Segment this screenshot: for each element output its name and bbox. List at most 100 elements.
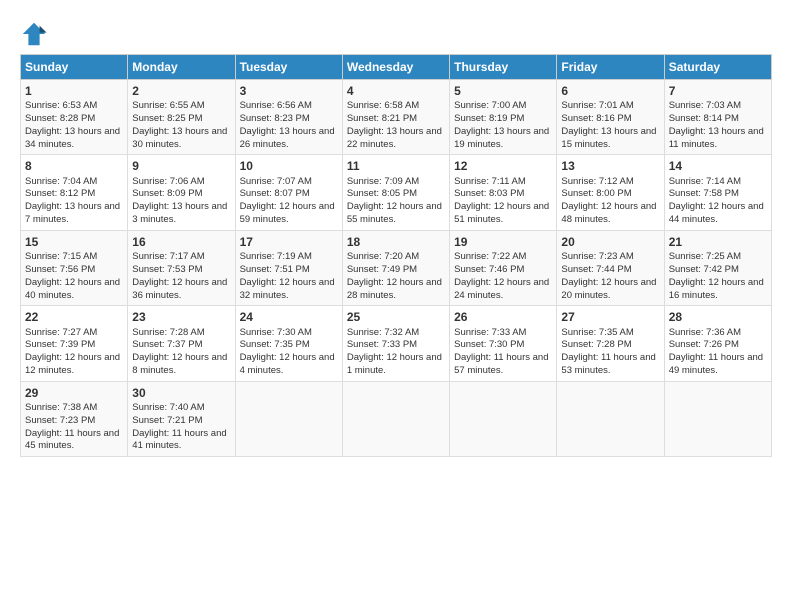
- day-cell-13: 13 Sunrise: 7:12 AM Sunset: 8:00 PM Dayl…: [557, 155, 664, 230]
- day-number: 20: [561, 234, 659, 250]
- daylight: Daylight: 11 hours and 45 minutes.: [25, 428, 119, 452]
- day-cell-30: 30 Sunrise: 7:40 AM Sunset: 7:21 PM Dayl…: [128, 381, 235, 456]
- sunrise: Sunrise: 7:04 AM: [25, 176, 97, 187]
- empty-cell: [557, 381, 664, 456]
- sunset: Sunset: 7:58 PM: [669, 188, 739, 199]
- sunrise: Sunrise: 7:00 AM: [454, 100, 526, 111]
- day-number: 26: [454, 309, 552, 325]
- sunrise: Sunrise: 7:35 AM: [561, 327, 633, 338]
- day-cell-3: 3 Sunrise: 6:56 AM Sunset: 8:23 PM Dayli…: [235, 80, 342, 155]
- sunrise: Sunrise: 7:28 AM: [132, 327, 204, 338]
- header-wednesday: Wednesday: [342, 55, 449, 80]
- day-cell-28: 28 Sunrise: 7:36 AM Sunset: 7:26 PM Dayl…: [664, 306, 771, 381]
- day-cell-4: 4 Sunrise: 6:58 AM Sunset: 8:21 PM Dayli…: [342, 80, 449, 155]
- daylight: Daylight: 13 hours and 26 minutes.: [240, 126, 335, 150]
- page: SundayMondayTuesdayWednesdayThursdayFrid…: [0, 0, 792, 467]
- day-cell-6: 6 Sunrise: 7:01 AM Sunset: 8:16 PM Dayli…: [557, 80, 664, 155]
- day-cell-18: 18 Sunrise: 7:20 AM Sunset: 7:49 PM Dayl…: [342, 230, 449, 305]
- day-number: 29: [25, 385, 123, 401]
- day-number: 17: [240, 234, 338, 250]
- day-number: 3: [240, 83, 338, 99]
- day-number: 11: [347, 158, 445, 174]
- day-number: 4: [347, 83, 445, 99]
- daylight: Daylight: 12 hours and 32 minutes.: [240, 277, 335, 301]
- day-cell-26: 26 Sunrise: 7:33 AM Sunset: 7:30 PM Dayl…: [450, 306, 557, 381]
- day-cell-29: 29 Sunrise: 7:38 AM Sunset: 7:23 PM Dayl…: [21, 381, 128, 456]
- sunrise: Sunrise: 6:53 AM: [25, 100, 97, 111]
- sunset: Sunset: 8:14 PM: [669, 113, 739, 124]
- day-cell-2: 2 Sunrise: 6:55 AM Sunset: 8:25 PM Dayli…: [128, 80, 235, 155]
- daylight: Daylight: 12 hours and 59 minutes.: [240, 201, 335, 225]
- sunrise: Sunrise: 7:07 AM: [240, 176, 312, 187]
- day-cell-10: 10 Sunrise: 7:07 AM Sunset: 8:07 PM Dayl…: [235, 155, 342, 230]
- day-cell-19: 19 Sunrise: 7:22 AM Sunset: 7:46 PM Dayl…: [450, 230, 557, 305]
- daylight: Daylight: 12 hours and 4 minutes.: [240, 352, 335, 376]
- sunset: Sunset: 8:12 PM: [25, 188, 95, 199]
- day-cell-20: 20 Sunrise: 7:23 AM Sunset: 7:44 PM Dayl…: [557, 230, 664, 305]
- sunrise: Sunrise: 7:03 AM: [669, 100, 741, 111]
- header-sunday: Sunday: [21, 55, 128, 80]
- logo-icon: [20, 20, 48, 48]
- daylight: Daylight: 13 hours and 7 minutes.: [25, 201, 120, 225]
- day-cell-24: 24 Sunrise: 7:30 AM Sunset: 7:35 PM Dayl…: [235, 306, 342, 381]
- sunset: Sunset: 7:46 PM: [454, 264, 524, 275]
- day-cell-16: 16 Sunrise: 7:17 AM Sunset: 7:53 PM Dayl…: [128, 230, 235, 305]
- sunset: Sunset: 8:19 PM: [454, 113, 524, 124]
- sunset: Sunset: 7:49 PM: [347, 264, 417, 275]
- day-cell-14: 14 Sunrise: 7:14 AM Sunset: 7:58 PM Dayl…: [664, 155, 771, 230]
- daylight: Daylight: 12 hours and 36 minutes.: [132, 277, 227, 301]
- sunrise: Sunrise: 7:09 AM: [347, 176, 419, 187]
- sunrise: Sunrise: 6:58 AM: [347, 100, 419, 111]
- daylight: Daylight: 11 hours and 53 minutes.: [561, 352, 655, 376]
- week-row-3: 22 Sunrise: 7:27 AM Sunset: 7:39 PM Dayl…: [21, 306, 772, 381]
- header-row: SundayMondayTuesdayWednesdayThursdayFrid…: [21, 55, 772, 80]
- sunrise: Sunrise: 6:55 AM: [132, 100, 204, 111]
- day-number: 1: [25, 83, 123, 99]
- sunrise: Sunrise: 7:12 AM: [561, 176, 633, 187]
- week-row-2: 15 Sunrise: 7:15 AM Sunset: 7:56 PM Dayl…: [21, 230, 772, 305]
- day-number: 13: [561, 158, 659, 174]
- day-cell-1: 1 Sunrise: 6:53 AM Sunset: 8:28 PM Dayli…: [21, 80, 128, 155]
- sunset: Sunset: 7:30 PM: [454, 339, 524, 350]
- day-number: 27: [561, 309, 659, 325]
- day-number: 12: [454, 158, 552, 174]
- day-number: 14: [669, 158, 767, 174]
- day-cell-27: 27 Sunrise: 7:35 AM Sunset: 7:28 PM Dayl…: [557, 306, 664, 381]
- daylight: Daylight: 12 hours and 12 minutes.: [25, 352, 120, 376]
- empty-cell: [342, 381, 449, 456]
- day-number: 25: [347, 309, 445, 325]
- sunset: Sunset: 8:03 PM: [454, 188, 524, 199]
- week-row-0: 1 Sunrise: 6:53 AM Sunset: 8:28 PM Dayli…: [21, 80, 772, 155]
- daylight: Daylight: 13 hours and 30 minutes.: [132, 126, 227, 150]
- sunrise: Sunrise: 7:22 AM: [454, 251, 526, 262]
- daylight: Daylight: 11 hours and 57 minutes.: [454, 352, 548, 376]
- daylight: Daylight: 11 hours and 49 minutes.: [669, 352, 763, 376]
- daylight: Daylight: 12 hours and 40 minutes.: [25, 277, 120, 301]
- sunrise: Sunrise: 6:56 AM: [240, 100, 312, 111]
- day-cell-12: 12 Sunrise: 7:11 AM Sunset: 8:03 PM Dayl…: [450, 155, 557, 230]
- day-cell-7: 7 Sunrise: 7:03 AM Sunset: 8:14 PM Dayli…: [664, 80, 771, 155]
- day-number: 6: [561, 83, 659, 99]
- day-number: 2: [132, 83, 230, 99]
- daylight: Daylight: 12 hours and 20 minutes.: [561, 277, 656, 301]
- sunset: Sunset: 7:39 PM: [25, 339, 95, 350]
- day-number: 23: [132, 309, 230, 325]
- sunset: Sunset: 8:21 PM: [347, 113, 417, 124]
- sunset: Sunset: 7:21 PM: [132, 415, 202, 426]
- sunset: Sunset: 8:07 PM: [240, 188, 310, 199]
- sunrise: Sunrise: 7:25 AM: [669, 251, 741, 262]
- sunrise: Sunrise: 7:27 AM: [25, 327, 97, 338]
- sunset: Sunset: 8:05 PM: [347, 188, 417, 199]
- day-number: 7: [669, 83, 767, 99]
- day-number: 15: [25, 234, 123, 250]
- header: [20, 16, 772, 48]
- daylight: Daylight: 13 hours and 15 minutes.: [561, 126, 656, 150]
- daylight: Daylight: 12 hours and 16 minutes.: [669, 277, 764, 301]
- day-number: 10: [240, 158, 338, 174]
- day-number: 24: [240, 309, 338, 325]
- sunset: Sunset: 7:42 PM: [669, 264, 739, 275]
- day-cell-25: 25 Sunrise: 7:32 AM Sunset: 7:33 PM Dayl…: [342, 306, 449, 381]
- day-number: 30: [132, 385, 230, 401]
- sunrise: Sunrise: 7:32 AM: [347, 327, 419, 338]
- header-friday: Friday: [557, 55, 664, 80]
